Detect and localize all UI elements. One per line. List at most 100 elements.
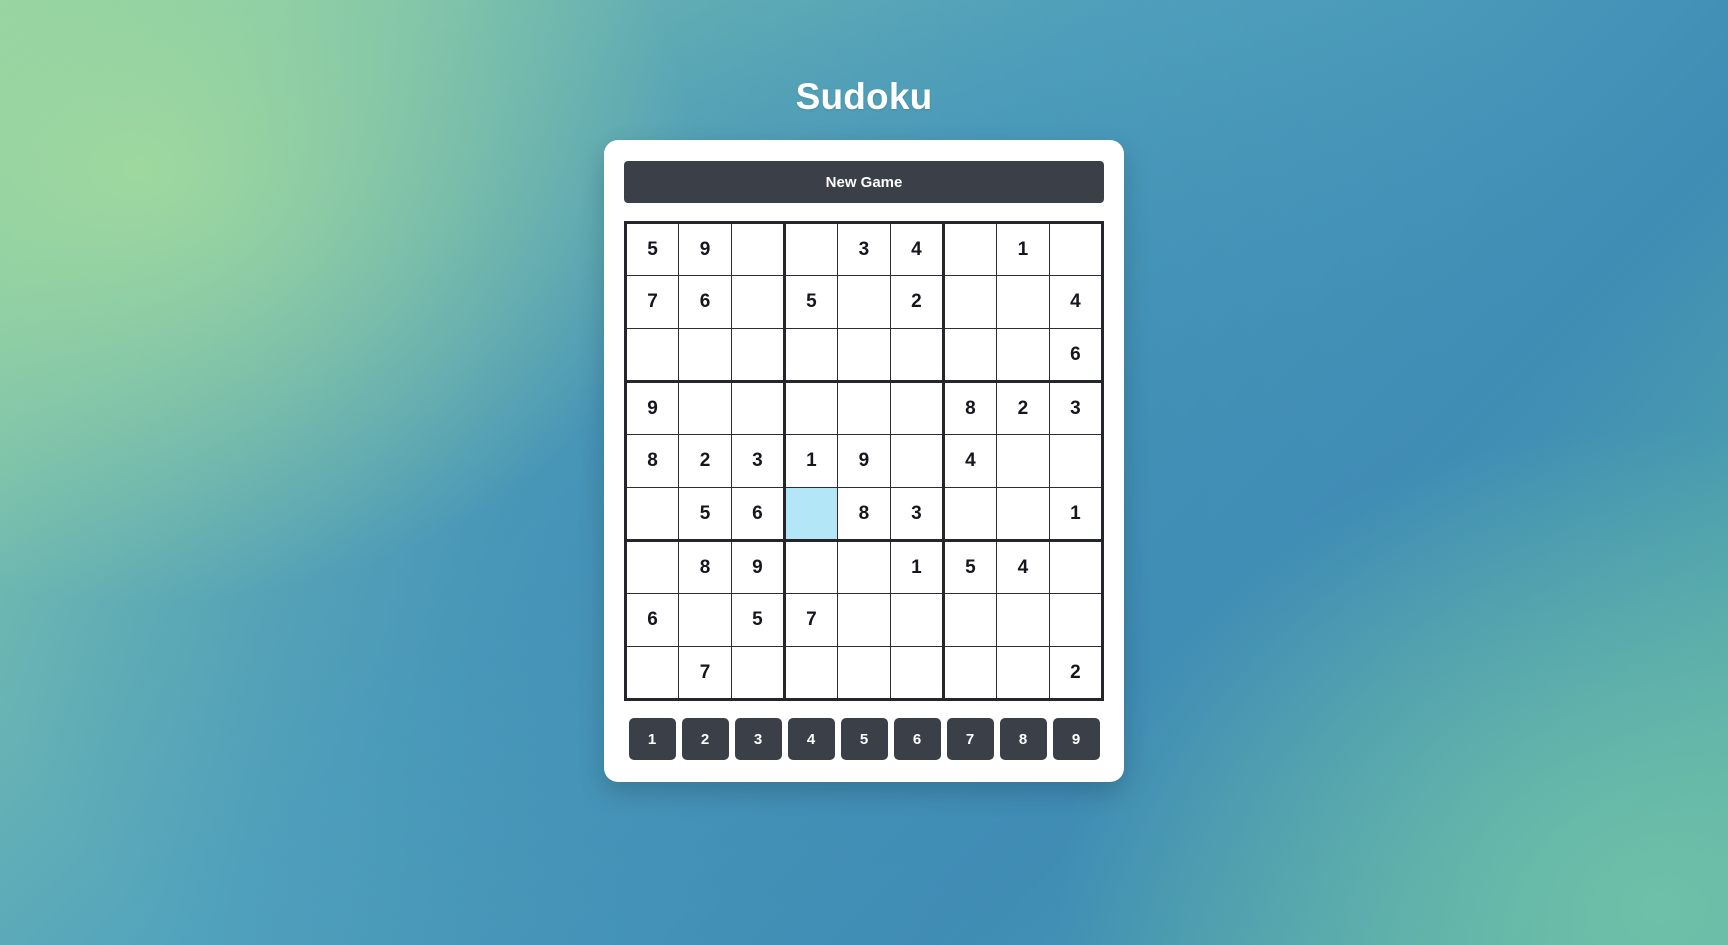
sudoku-cell[interactable]: 1: [889, 540, 945, 594]
numpad-button-2[interactable]: 2: [681, 718, 729, 760]
sudoku-cell[interactable]: [836, 646, 891, 700]
sudoku-cell[interactable]: [625, 487, 679, 542]
sudoku-cell[interactable]: 6: [678, 275, 732, 329]
sudoku-cell[interactable]: [889, 593, 945, 647]
sudoku-cell[interactable]: [625, 540, 679, 594]
sudoku-cell[interactable]: [836, 328, 891, 383]
sudoku-row: 657: [625, 593, 1104, 647]
sudoku-cell[interactable]: [730, 646, 786, 700]
new-game-button[interactable]: New Game: [624, 161, 1104, 203]
sudoku-cell[interactable]: 8: [942, 381, 997, 435]
sudoku-cell[interactable]: [942, 487, 997, 542]
sudoku-cell[interactable]: 5: [783, 275, 838, 329]
sudoku-cell[interactable]: [783, 222, 838, 276]
sudoku-cell-selected[interactable]: [783, 487, 838, 542]
sudoku-cell[interactable]: [942, 328, 997, 383]
sudoku-board[interactable]: 593417652469823823194568318915465772: [624, 221, 1104, 701]
sudoku-cell[interactable]: 6: [730, 487, 786, 542]
sudoku-cell[interactable]: 8: [625, 434, 679, 488]
sudoku-cell[interactable]: 7: [783, 593, 838, 647]
sudoku-cell[interactable]: 2: [1048, 646, 1104, 700]
sudoku-cell[interactable]: [942, 646, 997, 700]
sudoku-cell[interactable]: [995, 646, 1050, 700]
numpad-button-4[interactable]: 4: [787, 718, 835, 760]
sudoku-cell[interactable]: [942, 222, 997, 276]
page-title: Sudoku: [795, 76, 933, 117]
sudoku-cell[interactable]: [995, 328, 1050, 383]
sudoku-cell[interactable]: [730, 328, 786, 383]
sudoku-cell[interactable]: [730, 222, 786, 276]
sudoku-cell[interactable]: [1048, 222, 1104, 276]
sudoku-cell[interactable]: [942, 593, 997, 647]
sudoku-row: 59 341: [625, 222, 1104, 276]
sudoku-cell[interactable]: [995, 434, 1050, 488]
sudoku-cell[interactable]: [1048, 434, 1104, 488]
sudoku-row: 9 823: [625, 381, 1104, 435]
sudoku-cell[interactable]: [836, 540, 891, 594]
numpad-button-3[interactable]: 3: [734, 718, 782, 760]
numpad-button-7[interactable]: 7: [946, 718, 994, 760]
sudoku-cell[interactable]: [730, 275, 786, 329]
sudoku-cell[interactable]: 1: [1048, 487, 1104, 542]
sudoku-cell[interactable]: 2: [678, 434, 732, 488]
sudoku-cell[interactable]: [836, 275, 891, 329]
sudoku-cell[interactable]: [995, 487, 1050, 542]
sudoku-cell[interactable]: 5: [942, 540, 997, 594]
sudoku-cell[interactable]: [783, 381, 838, 435]
sudoku-cell[interactable]: 5: [730, 593, 786, 647]
sudoku-cell[interactable]: 7: [625, 275, 679, 329]
sudoku-cell[interactable]: [836, 593, 891, 647]
sudoku-cell[interactable]: 5: [678, 487, 732, 542]
sudoku-cell[interactable]: 1: [783, 434, 838, 488]
numpad-button-9[interactable]: 9: [1052, 718, 1100, 760]
sudoku-cell[interactable]: 8: [836, 487, 891, 542]
numpad-button-1[interactable]: 1: [628, 718, 676, 760]
sudoku-cell[interactable]: 3: [1048, 381, 1104, 435]
sudoku-game-card: New Game 5934176524698238231945683189154…: [604, 140, 1124, 782]
sudoku-cell[interactable]: 4: [889, 222, 945, 276]
numpad-button-6[interactable]: 6: [893, 718, 941, 760]
sudoku-cell[interactable]: 4: [942, 434, 997, 488]
sudoku-cell[interactable]: 7: [678, 646, 732, 700]
sudoku-cell[interactable]: 1: [995, 222, 1050, 276]
sudoku-cell[interactable]: [625, 328, 679, 383]
sudoku-cell[interactable]: 6: [1048, 328, 1104, 383]
sudoku-cell[interactable]: [889, 328, 945, 383]
sudoku-cell[interactable]: 9: [625, 381, 679, 435]
sudoku-cell[interactable]: 2: [889, 275, 945, 329]
sudoku-cell[interactable]: 4: [995, 540, 1050, 594]
sudoku-cell[interactable]: 3: [836, 222, 891, 276]
sudoku-cell[interactable]: 2: [995, 381, 1050, 435]
sudoku-cell[interactable]: [783, 540, 838, 594]
sudoku-cell[interactable]: [625, 646, 679, 700]
sudoku-cell[interactable]: 8: [678, 540, 732, 594]
sudoku-cell[interactable]: [889, 646, 945, 700]
sudoku-cell[interactable]: 9: [730, 540, 786, 594]
sudoku-cell[interactable]: [1048, 593, 1104, 647]
sudoku-cell[interactable]: [1048, 540, 1104, 594]
sudoku-cell[interactable]: [730, 381, 786, 435]
sudoku-cell[interactable]: [889, 434, 945, 488]
sudoku-cell[interactable]: [836, 381, 891, 435]
sudoku-row: 5683 1: [625, 487, 1104, 542]
sudoku-cell[interactable]: 3: [889, 487, 945, 542]
sudoku-cell[interactable]: [783, 646, 838, 700]
sudoku-cell[interactable]: [942, 275, 997, 329]
sudoku-cell[interactable]: 3: [730, 434, 786, 488]
sudoku-board-container: 593417652469823823194568318915465772: [624, 221, 1104, 701]
sudoku-cell[interactable]: 9: [678, 222, 732, 276]
numpad-button-8[interactable]: 8: [999, 718, 1047, 760]
sudoku-cell[interactable]: 4: [1048, 275, 1104, 329]
sudoku-cell[interactable]: 5: [625, 222, 679, 276]
sudoku-cell[interactable]: [678, 381, 732, 435]
sudoku-cell[interactable]: [995, 593, 1050, 647]
sudoku-cell[interactable]: [678, 593, 732, 647]
sudoku-cell[interactable]: [889, 381, 945, 435]
number-pad[interactable]: 123456789: [624, 718, 1104, 760]
sudoku-cell[interactable]: [678, 328, 732, 383]
numpad-button-5[interactable]: 5: [840, 718, 888, 760]
sudoku-cell[interactable]: 9: [836, 434, 891, 488]
sudoku-cell[interactable]: 6: [625, 593, 679, 647]
sudoku-cell[interactable]: [995, 275, 1050, 329]
sudoku-cell[interactable]: [783, 328, 838, 383]
